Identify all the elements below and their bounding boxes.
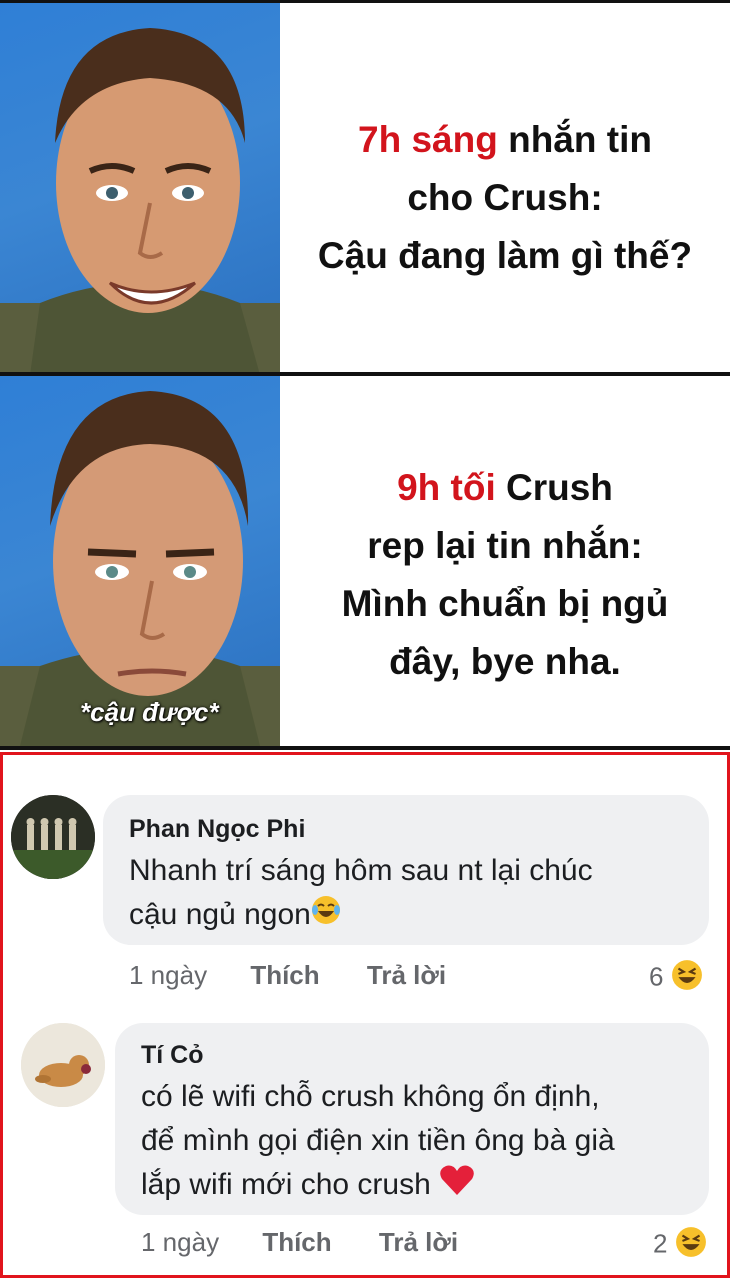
like-button[interactable]: Thích	[262, 1227, 331, 1257]
dog-photo-icon	[21, 1023, 105, 1107]
avatar[interactable]	[21, 1023, 105, 1107]
caption-line: rep lại tin nhắn:	[367, 525, 643, 566]
laughing-icon	[671, 959, 703, 998]
like-button[interactable]: Thích	[250, 960, 319, 990]
caption-text: nhắn tin	[497, 119, 652, 160]
comment-line: có lẽ wifi chỗ crush không ổn định,	[141, 1080, 600, 1113]
caption-line: cho Crush:	[407, 177, 603, 218]
caption-line: 9h tối Crush	[280, 459, 730, 517]
time-highlight: 7h sáng	[358, 119, 498, 160]
bottom-caption: 9h tối Crush rep lại tin nhắn: Mình chuẩ…	[280, 459, 730, 691]
comment-text: có lẽ wifi chỗ crush không ổn định, để m…	[141, 1075, 615, 1209]
serious-man-photo	[0, 376, 280, 746]
crying-laughing-icon	[311, 894, 341, 938]
comment-author[interactable]: Phan Ngọc Phi	[129, 815, 305, 844]
caption-line: Mình chuẩn bị ngủ	[341, 583, 669, 624]
comment-meta: 1 ngày Thích Trả lời	[141, 1227, 458, 1258]
comment-meta: 1 ngày Thích Trả lời	[129, 960, 446, 991]
reaction-number: 2	[653, 1228, 668, 1259]
comment-line: lắp wifi mới cho crush	[141, 1163, 615, 1209]
caption-line: 7h sáng nhắn tin	[280, 111, 730, 169]
caption-line: đây, bye nha.	[389, 641, 621, 682]
laughing-icon	[675, 1226, 707, 1265]
comment-line-text: lắp wifi mới cho crush	[141, 1168, 431, 1201]
time-highlight: 9h tối	[397, 467, 496, 508]
meme-panel-top: 7h sáng nhắn tin cho Crush: Cậu đang làm…	[0, 0, 730, 372]
smiling-man-photo	[0, 3, 280, 372]
comment-line: cậu ngủ ngon	[129, 893, 593, 938]
caption-line: Cậu đang làm gì thế?	[317, 235, 693, 276]
reply-button[interactable]: Trả lời	[367, 960, 446, 990]
caption-text: Crush	[495, 467, 613, 508]
meme-panel-bottom: 9h tối Crush rep lại tin nhắn: Mình chuẩ…	[0, 372, 730, 750]
comments-section: Phan Ngọc Phi Nhanh trí sáng hôm sau nt …	[0, 752, 730, 1278]
reaction-count[interactable]: 2	[653, 1226, 707, 1265]
reply-button[interactable]: Trả lời	[379, 1227, 458, 1257]
meme-image: 7h sáng nhắn tin cho Crush: Cậu đang làm…	[0, 0, 730, 750]
avatar[interactable]	[11, 795, 95, 879]
reaction-count[interactable]: 6	[649, 959, 703, 998]
comment-line: Nhanh trí sáng hôm sau nt lại chúc	[129, 854, 593, 887]
overlay-caption: *cậu được*	[80, 697, 219, 727]
heart-icon	[439, 1164, 475, 1209]
reaction-number: 6	[649, 961, 664, 992]
comment-line: để mình gọi điện xin tiền ông bà già	[141, 1124, 615, 1157]
top-caption: 7h sáng nhắn tin cho Crush: Cậu đang làm…	[280, 111, 730, 285]
group-photo-icon	[11, 795, 95, 879]
comment-author[interactable]: Tí Cỏ	[141, 1041, 204, 1070]
comment-text: Nhanh trí sáng hôm sau nt lại chúc cậu n…	[129, 849, 593, 938]
comment-line-text: cậu ngủ ngon	[129, 898, 311, 931]
comment-time[interactable]: 1 ngày	[129, 960, 207, 990]
comment-time[interactable]: 1 ngày	[141, 1227, 219, 1257]
